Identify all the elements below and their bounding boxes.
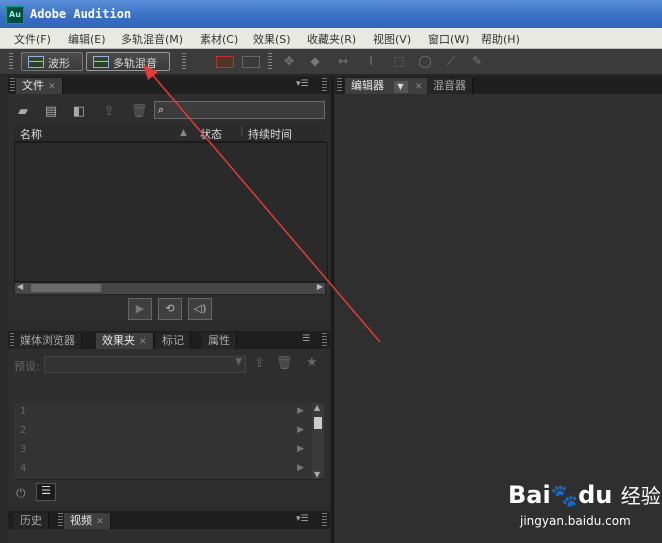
watermark-brand-du: du — [578, 481, 613, 509]
paw-icon: 🐾 — [550, 484, 579, 509]
baidu-watermark: Bai🐾du 经验 — [508, 480, 661, 509]
annotation-arrow — [143, 64, 381, 343]
watermark-brand: Bai — [508, 481, 551, 509]
watermark-cn: 经验 — [620, 484, 661, 508]
watermark-url: jingyan.baidu.com — [520, 514, 631, 528]
